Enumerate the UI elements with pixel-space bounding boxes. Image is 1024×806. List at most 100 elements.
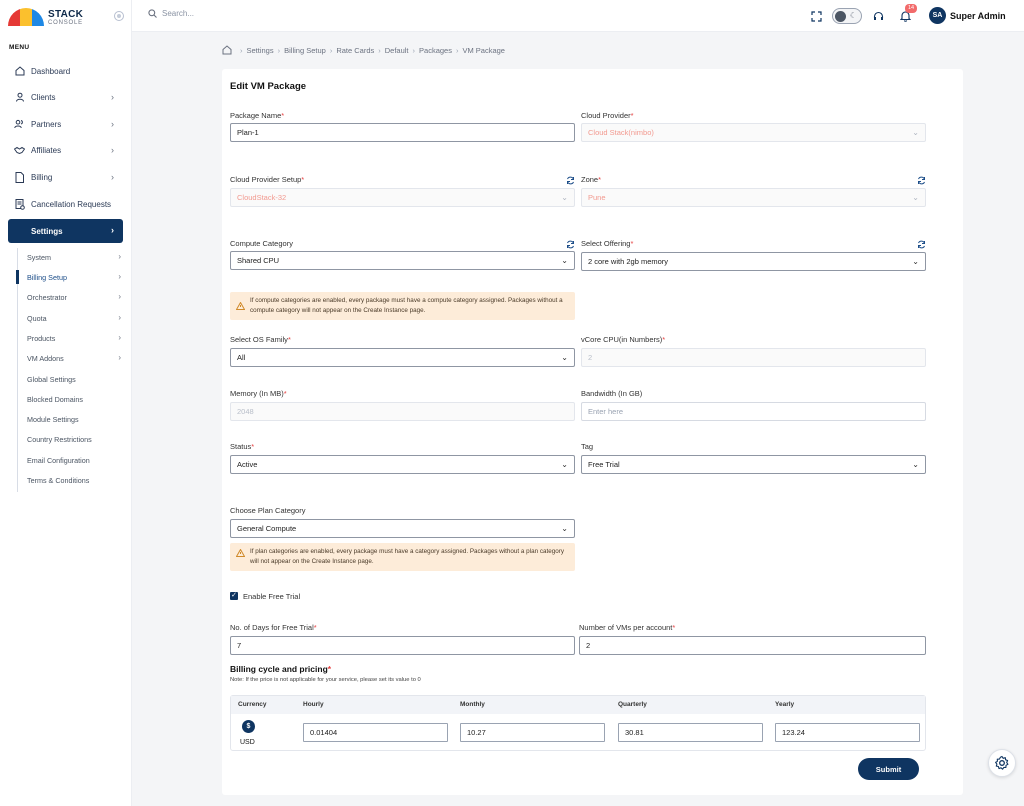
hourly-price-input[interactable]: 0.01404 <box>303 723 448 742</box>
home-icon[interactable] <box>222 45 232 55</box>
user-name[interactable]: Super Admin <box>950 11 1006 21</box>
search-input[interactable]: Search... <box>162 9 194 18</box>
breadcrumb-item[interactable]: Default <box>385 46 409 55</box>
search-bar[interactable]: Search... <box>148 9 194 18</box>
quarterly-price-input[interactable]: 30.81 <box>618 723 763 742</box>
zone-select[interactable]: Pune ⌄ <box>581 188 926 207</box>
select-offering-label: Select Offering* <box>581 239 634 248</box>
notice-text: If compute categories are enabled, every… <box>250 297 563 314</box>
tag-select[interactable]: Free Trial ⌄ <box>581 455 926 474</box>
submenu-item-label: Email Configuration <box>27 455 90 465</box>
submenu-item-label: Global Settings <box>27 374 76 384</box>
sidebar-item-clients[interactable]: Clients › <box>8 86 123 108</box>
chevron-right-icon: › <box>111 119 114 129</box>
os-family-select[interactable]: All ⌄ <box>230 348 575 367</box>
enable-free-trial-label: Enable Free Trial <box>243 592 301 601</box>
breadcrumb-item[interactable]: Settings <box>247 46 274 55</box>
topbar: Search... ☾ 14 SA Super Admin <box>132 0 1024 32</box>
refresh-icon[interactable] <box>566 176 575 185</box>
vcore-label: vCore CPU(in Numbers)* <box>581 335 666 344</box>
submenu-active-indicator <box>16 270 19 284</box>
submenu-item-email-configuration[interactable]: Email Configuration <box>27 452 123 468</box>
sidebar: STACK CONSOLE MENU Dashboard Clients › P… <box>0 0 132 806</box>
memory-input[interactable]: 2048 <box>230 402 575 421</box>
package-name-label: Package Name* <box>230 111 285 120</box>
breadcrumb-item[interactable]: Billing Setup <box>284 46 326 55</box>
sidebar-item-dashboard[interactable]: Dashboard <box>8 60 123 82</box>
chevron-down-icon: ⌄ <box>561 524 568 533</box>
chevron-right-icon: › <box>118 353 121 362</box>
submenu-item-label: Country Restrictions <box>27 434 92 444</box>
brand-name: STACK <box>48 9 84 20</box>
package-name-input[interactable]: Plan-1 <box>230 123 575 142</box>
compute-category-value: Shared CPU <box>237 256 280 265</box>
search-icon <box>148 9 157 18</box>
chevron-right-icon: › <box>111 145 114 155</box>
settings-gear-icon[interactable] <box>988 749 1016 777</box>
submenu-item-system[interactable]: System › <box>27 249 123 265</box>
cloud-provider-select[interactable]: Cloud Stack(nimbo) ⌄ <box>581 123 926 142</box>
submenu-item-country-restrictions[interactable]: Country Restrictions <box>27 431 123 447</box>
submenu-item-orchestrator[interactable]: Orchestrator › <box>27 289 123 305</box>
zone-value: Pune <box>588 193 606 202</box>
submenu-item-products[interactable]: Products › <box>27 330 123 346</box>
breadcrumb-separator: › <box>455 45 459 55</box>
chevron-right-icon: › <box>118 333 121 342</box>
sidebar-item-label: Dashboard <box>31 66 71 76</box>
breadcrumb-separator: › <box>240 45 243 55</box>
submenu-item-billing-setup[interactable]: Billing Setup › <box>27 269 123 285</box>
handshake-icon <box>14 145 25 156</box>
collapse-sidebar-icon[interactable] <box>114 11 124 21</box>
vms-per-account-label: Number of VMs per account* <box>579 623 676 632</box>
cloud-provider-setup-value: CloudStack-32 <box>237 193 287 202</box>
theme-toggle[interactable]: ☾ <box>832 8 862 24</box>
zone-label: Zone* <box>581 175 602 184</box>
sidebar-item-label: Affiliates <box>31 145 62 155</box>
compute-category-select[interactable]: Shared CPU ⌄ <box>230 251 575 270</box>
page-title: Edit VM Package <box>230 81 307 92</box>
submenu-item-quota[interactable]: Quota › <box>27 310 123 326</box>
vcore-input[interactable]: 2 <box>581 348 926 367</box>
refresh-icon[interactable] <box>566 240 575 249</box>
cloud-provider-setup-select[interactable]: CloudStack-32 ⌄ <box>230 188 575 207</box>
notification-badge: 14 <box>905 4 917 13</box>
enable-free-trial-checkbox[interactable]: ✓ <box>230 592 238 600</box>
column-header: Yearly <box>775 701 795 708</box>
submenu-item-global-settings[interactable]: Global Settings <box>27 371 123 387</box>
headset-icon[interactable] <box>871 9 885 23</box>
sidebar-item-billing[interactable]: Billing › <box>8 166 123 188</box>
plan-category-select[interactable]: General Compute ⌄ <box>230 519 575 538</box>
sidebar-item-settings[interactable]: Settings › <box>8 219 123 243</box>
breadcrumb-separator: › <box>329 45 333 55</box>
breadcrumb-item[interactable]: Rate Cards <box>336 46 374 55</box>
cloud-provider-setup-label: Cloud Provider Setup* <box>230 175 305 184</box>
select-offering-select[interactable]: 2 core with 2gb memory ⌄ <box>581 252 926 271</box>
sidebar-item-affiliates[interactable]: Affiliates › <box>8 139 123 161</box>
chevron-down-icon: ⌄ <box>912 193 919 202</box>
refresh-icon[interactable] <box>917 240 926 249</box>
free-trial-days-input[interactable]: 7 <box>230 636 575 655</box>
submenu-item-terms-conditions[interactable]: Terms & Conditions <box>27 472 123 488</box>
brand-logo[interactable]: STACK CONSOLE <box>8 7 118 29</box>
vms-per-account-input[interactable]: 2 <box>579 636 926 655</box>
breadcrumb-item[interactable]: Packages <box>419 46 452 55</box>
fullscreen-icon[interactable] <box>809 9 823 23</box>
submenu-item-vm-addons[interactable]: VM Addons › <box>27 350 123 366</box>
avatar[interactable]: SA <box>929 7 946 24</box>
bandwidth-input[interactable]: Enter here <box>581 402 926 421</box>
document-icon <box>14 171 25 183</box>
sidebar-item-partners[interactable]: Partners › <box>8 113 123 135</box>
bandwidth-label: Bandwidth (In GB) <box>581 389 643 398</box>
compute-category-label: Compute Category <box>230 239 293 248</box>
submit-button[interactable]: Submit <box>858 758 919 780</box>
submenu-item-blocked-domains[interactable]: Blocked Domains <box>27 391 123 407</box>
free-trial-days-label: No. of Days for Free Trial* <box>230 623 317 632</box>
yearly-price-input[interactable]: 123.24 <box>775 723 920 742</box>
monthly-price-input[interactable]: 10.27 <box>460 723 605 742</box>
submenu-item-module-settings[interactable]: Module Settings <box>27 411 123 427</box>
status-select[interactable]: Active ⌄ <box>230 455 575 474</box>
users-icon <box>14 119 25 130</box>
submenu-item-label: VM Addons <box>27 353 64 363</box>
sidebar-item-cancellation-requests[interactable]: Cancellation Requests <box>8 193 123 215</box>
refresh-icon[interactable] <box>917 176 926 185</box>
